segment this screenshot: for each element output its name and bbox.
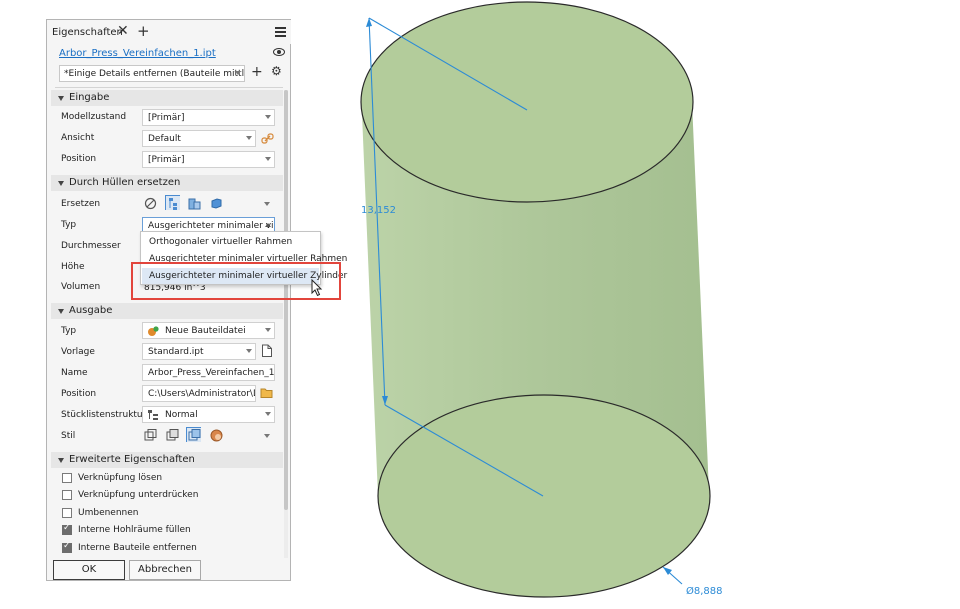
detail-preset-value: *Einige Details entfernen (Bauteile mitt… [64, 69, 245, 79]
ausgabe-position-input[interactable]: C:\Users\Administrator\Deskt [142, 385, 256, 402]
durchmesser-label: Durchmesser [61, 241, 121, 251]
style-single-body-icon[interactable] [143, 428, 158, 443]
gear-icon[interactable]: ⚙ [271, 64, 282, 78]
section-eingabe[interactable]: Eingabe [51, 90, 283, 106]
modellzustand-value: [Primär] [148, 113, 185, 123]
checkbox-umbenennen[interactable] [62, 508, 72, 518]
diameter-dimension[interactable] [662, 566, 683, 585]
properties-panel: Eigenschaften ✕ + Arbor_Press_Vereinfach… [46, 19, 291, 581]
ansicht-value: Default [148, 134, 181, 144]
add-tab-icon[interactable]: + [137, 22, 150, 40]
style-merged-icon[interactable] [186, 427, 201, 442]
bauteile-entfernen-label[interactable]: Interne Bauteile entfernen [78, 543, 197, 553]
3d-viewport[interactable]: 13,152 Ø8,888 [330, 0, 960, 609]
verknuepfung-unterdruecken-label[interactable]: Verknüpfung unterdrücken [78, 490, 198, 500]
vorlage-value: Standard.ipt [148, 347, 204, 357]
option-orthogonal-box[interactable]: Orthogonaler virtueller Rahmen [149, 237, 292, 247]
stueckliste-value: Normal [165, 410, 198, 420]
chevron-down-icon [235, 71, 241, 75]
cylinder-model[interactable] [360, 1, 711, 598]
chevron-down-icon [265, 412, 271, 416]
height-dimension-label[interactable]: 13,152 [361, 205, 396, 216]
detail-preset-dropdown[interactable]: *Einige Details entfernen (Bauteile mitt… [59, 65, 245, 82]
chevron-down-icon [246, 136, 252, 140]
bom-structure-icon [148, 410, 158, 420]
hoehe-label: Höhe [61, 262, 85, 272]
stueckliste-label: Stücklistenstruktur [61, 410, 147, 420]
name-label: Name [61, 368, 88, 378]
style-multi-body-icon[interactable] [165, 428, 180, 443]
chevron-down-icon [265, 115, 271, 119]
vorlage-label: Vorlage [61, 347, 95, 357]
modellzustand-label: Modellzustand [61, 112, 127, 122]
folder-icon[interactable] [260, 387, 274, 399]
name-value: Arbor_Press_Vereinfachen_1 [148, 368, 275, 378]
chevron-down-icon[interactable] [264, 202, 270, 206]
new-part-icon [148, 326, 159, 336]
ausgabe-typ-label: Typ [61, 326, 77, 336]
chevron-down-icon [265, 328, 271, 332]
divider [55, 87, 283, 88]
cancel-button[interactable]: Abbrechen [129, 560, 201, 580]
typ-value: Ausgerichteter minimaler vi... [148, 221, 275, 231]
ausgabe-position-value: C:\Users\Administrator\Deskt [148, 389, 255, 399]
checkbox-verknuepfung-unterdruecken[interactable] [62, 490, 72, 500]
scrollbar-thumb[interactable] [284, 90, 288, 510]
mouse-cursor-icon [311, 279, 323, 297]
visibility-eye-icon[interactable] [273, 48, 285, 56]
checkbox-verknuepfung-loesen[interactable] [62, 473, 72, 483]
chevron-up-icon [265, 223, 271, 227]
close-icon[interactable]: ✕ [117, 23, 129, 39]
file-name-link[interactable]: Arbor_Press_Vereinfachen_1.ipt [59, 48, 216, 59]
chevron-down-icon [265, 157, 271, 161]
section-ausgabe[interactable]: Ausgabe [51, 303, 283, 319]
diameter-dimension-label[interactable]: Ø8,888 [686, 586, 723, 597]
volumen-label: Volumen [61, 282, 101, 292]
ok-button[interactable]: OK [53, 560, 125, 580]
checkbox-bauteile-entfernen[interactable] [62, 541, 72, 553]
ausgabe-typ-value: Neue Bauteildatei [165, 326, 246, 336]
ausgabe-position-label: Position [61, 389, 97, 399]
typ-label: Typ [61, 220, 77, 230]
ansicht-label: Ansicht [61, 133, 95, 143]
position-label: Position [61, 154, 97, 164]
stil-label: Stil [61, 431, 76, 441]
tab-properties[interactable]: Eigenschaften [52, 27, 123, 38]
chevron-down-icon[interactable] [264, 434, 270, 438]
cylinder-top-face [360, 1, 694, 203]
highlight-annotation-box [131, 262, 341, 300]
position-select[interactable]: [Primär] [142, 151, 275, 168]
verknuepfung-loesen-label[interactable]: Verknüpfung lösen [78, 473, 162, 483]
ersetzen-label: Ersetzen [61, 199, 101, 209]
none-icon[interactable] [143, 196, 158, 211]
ausgabe-typ-select[interactable]: Neue Bauteildatei [142, 322, 275, 339]
stueckliste-select[interactable]: Normal [142, 406, 275, 423]
name-input[interactable]: Arbor_Press_Vereinfachen_1 [142, 364, 275, 381]
link-chain-icon[interactable] [261, 132, 274, 145]
bounding-box-icon[interactable] [209, 196, 224, 211]
document-icon[interactable] [261, 344, 273, 358]
section-huellen[interactable]: Durch Hüllen ersetzen [51, 175, 283, 191]
style-surface-icon[interactable] [209, 428, 224, 443]
hohlraeume-fuellen-label[interactable]: Interne Hohlräume füllen [78, 525, 191, 535]
position-value: [Primär] [148, 155, 185, 165]
checkbox-hohlraeume-fuellen[interactable] [62, 523, 72, 535]
viewport-canvas[interactable] [330, 0, 960, 606]
add-preset-icon[interactable]: + [251, 64, 263, 80]
modellzustand-select[interactable]: [Primär] [142, 109, 275, 126]
ansicht-select[interactable]: Default [142, 130, 256, 147]
assembly-tree-icon[interactable] [165, 195, 180, 210]
umbenennen-label[interactable]: Umbenennen [78, 508, 139, 518]
hamburger-menu-icon[interactable] [275, 27, 286, 39]
section-erweitert[interactable]: Erweiterte Eigenschaften [51, 452, 283, 468]
cylinder-bottom-face [377, 394, 711, 598]
vorlage-select[interactable]: Standard.ipt [142, 343, 256, 360]
parts-icon[interactable] [187, 196, 202, 211]
chevron-down-icon [246, 349, 252, 353]
